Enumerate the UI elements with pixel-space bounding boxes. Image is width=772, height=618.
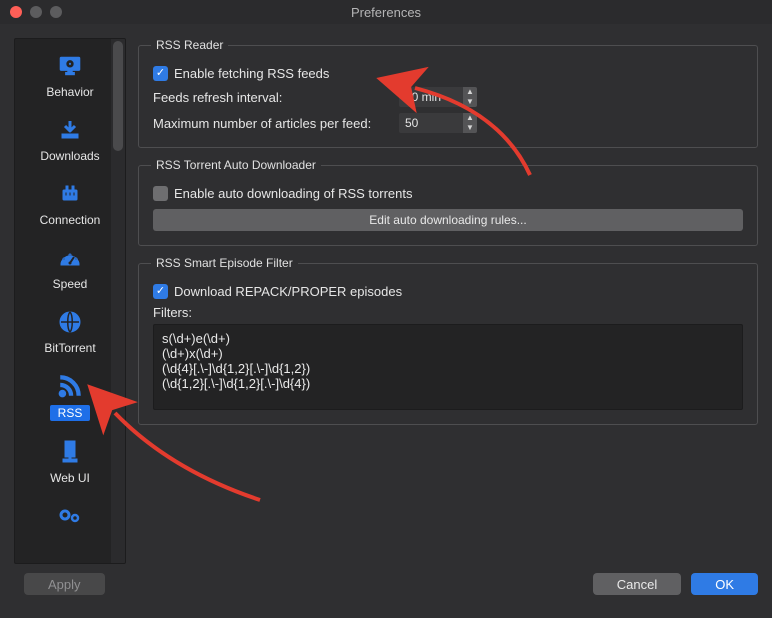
edit-rules-button[interactable]: Edit auto downloading rules... <box>153 209 743 231</box>
sidebar-item-downloads[interactable]: Downloads <box>15 109 125 173</box>
sidebar-label: Behavior <box>46 85 93 99</box>
smart-filter-group: RSS Smart Episode Filter ✓ Download REPA… <box>138 256 758 425</box>
connection-icon <box>55 179 85 209</box>
sidebar-item-behavior[interactable]: Behavior <box>15 45 125 109</box>
rss-icon <box>55 371 85 401</box>
speed-icon <box>55 243 85 273</box>
rss-reader-group: RSS Reader ✓ Enable fetching RSS feeds F… <box>138 38 758 148</box>
apply-button[interactable]: Apply <box>24 573 105 595</box>
sidebar-item-bittorrent[interactable]: BitTorrent <box>15 301 125 365</box>
sidebar-item-rss[interactable]: RSS <box>15 365 125 431</box>
sidebar-label: Downloads <box>40 149 99 163</box>
filters-textarea[interactable]: s(\d+)e(\d+) (\d+)x(\d+) (\d{4}[.\-]\d{1… <box>153 324 743 410</box>
repack-checkbox[interactable]: ✓ <box>153 284 168 299</box>
window-title: Preferences <box>0 5 772 20</box>
sidebar-label: Speed <box>53 277 88 291</box>
sidebar-label: Connection <box>40 213 101 227</box>
group-legend: RSS Smart Episode Filter <box>151 256 298 270</box>
window-close-button[interactable] <box>10 6 22 18</box>
ok-button[interactable]: OK <box>691 573 758 595</box>
refresh-interval-input[interactable] <box>399 87 463 107</box>
enable-autodl-checkbox[interactable] <box>153 186 168 201</box>
sidebar-item-connection[interactable]: Connection <box>15 173 125 237</box>
sidebar-item-webui[interactable]: Web UI <box>15 431 125 495</box>
refresh-interval-label: Feeds refresh interval: <box>153 90 393 105</box>
enable-autodl-label: Enable auto downloading of RSS torrents <box>174 186 413 201</box>
max-articles-spinbox[interactable]: ▲▼ <box>399 113 479 133</box>
cancel-button[interactable]: Cancel <box>593 573 681 595</box>
sidebar-item-speed[interactable]: Speed <box>15 237 125 301</box>
webui-icon <box>55 437 85 467</box>
sidebar-label: RSS <box>50 405 91 421</box>
sidebar-item-advanced[interactable] <box>15 495 125 541</box>
window-minimize-button[interactable] <box>30 6 42 18</box>
gears-icon <box>55 501 85 531</box>
sidebar-label: Web UI <box>50 471 90 485</box>
bittorrent-icon <box>55 307 85 337</box>
downloads-icon <box>55 115 85 145</box>
max-articles-label: Maximum number of articles per feed: <box>153 116 393 131</box>
enable-rss-checkbox[interactable]: ✓ <box>153 66 168 81</box>
spin-down[interactable]: ▼ <box>463 97 477 107</box>
enable-rss-label: Enable fetching RSS feeds <box>174 66 329 81</box>
prefs-panel: RSS Reader ✓ Enable fetching RSS feeds F… <box>138 38 758 564</box>
footer: Apply Cancel OK <box>0 564 772 604</box>
prefs-sidebar: Behavior Downloads Connection Speed BitT… <box>14 38 126 564</box>
spin-up[interactable]: ▲ <box>463 87 477 97</box>
sidebar-label: BitTorrent <box>44 341 95 355</box>
title-bar: Preferences <box>0 0 772 24</box>
scrollbar-thumb[interactable] <box>113 41 123 151</box>
refresh-interval-spinbox[interactable]: ▲▼ <box>399 87 479 107</box>
repack-label: Download REPACK/PROPER episodes <box>174 284 402 299</box>
filters-label: Filters: <box>153 305 743 320</box>
spin-up[interactable]: ▲ <box>463 113 477 123</box>
window-maximize-button[interactable] <box>50 6 62 18</box>
spin-down[interactable]: ▼ <box>463 123 477 133</box>
behavior-icon <box>55 51 85 81</box>
sidebar-scrollbar[interactable] <box>111 39 125 563</box>
max-articles-input[interactable] <box>399 113 463 133</box>
group-legend: RSS Reader <box>151 38 228 52</box>
auto-downloader-group: RSS Torrent Auto Downloader Enable auto … <box>138 158 758 246</box>
group-legend: RSS Torrent Auto Downloader <box>151 158 321 172</box>
